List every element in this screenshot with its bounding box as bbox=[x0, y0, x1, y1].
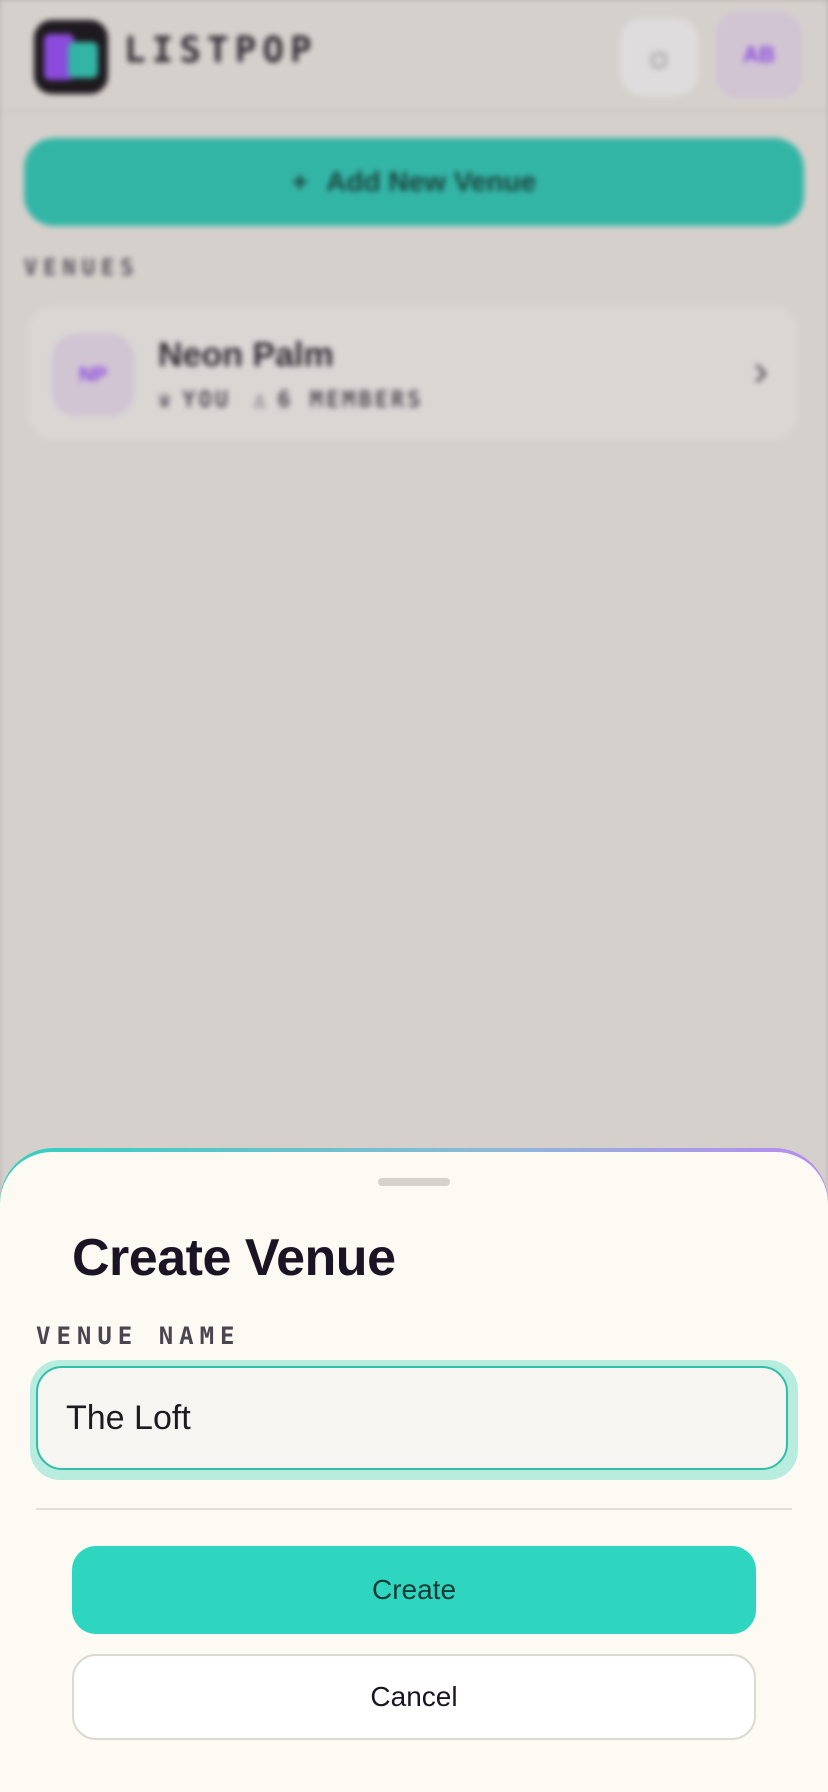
sheet-drag-handle[interactable] bbox=[378, 1178, 450, 1186]
divider bbox=[36, 1508, 792, 1510]
create-button[interactable]: Create bbox=[72, 1546, 756, 1634]
venue-name-focus-ring bbox=[30, 1360, 798, 1480]
sheet-title: Create Venue bbox=[72, 1229, 396, 1287]
venue-name-label: VENUE NAME bbox=[36, 1322, 241, 1350]
cancel-button[interactable]: Cancel bbox=[72, 1654, 756, 1740]
venue-name-input[interactable] bbox=[36, 1366, 788, 1470]
sheet-body: Create Venue VENUE NAME Create Cancel bbox=[0, 1152, 828, 1792]
create-venue-sheet: Create Venue VENUE NAME Create Cancel bbox=[0, 1148, 828, 1792]
